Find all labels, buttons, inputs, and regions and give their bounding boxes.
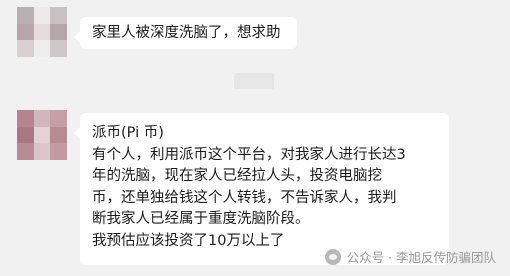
message-text: 家里人被深度洗脑了，想求助 — [92, 25, 281, 41]
avatar-pixel — [17, 23, 34, 41]
avatar-pixel — [33, 143, 51, 160]
avatar-pixel — [17, 7, 34, 24]
avatar-pixel — [17, 143, 34, 160]
watermark: 公众号 · 李旭反传防骗团队 — [324, 247, 496, 266]
avatar-pixel — [33, 7, 51, 24]
avatar-pixel — [50, 143, 67, 160]
avatar[interactable] — [17, 7, 67, 57]
avatar[interactable] — [17, 110, 67, 160]
avatar-pixel — [50, 126, 67, 144]
avatar-pixel — [33, 40, 51, 57]
message-bubble[interactable]: 派币(Pi 币) 有个人，利用派币这个平台，对我家人进行长达3 年的洗脑，现在家… — [74, 113, 449, 265]
avatar-pixel — [17, 126, 34, 144]
message-text: 断我家人已经属于重度洗脑阶段。 — [92, 211, 310, 227]
avatar-pixel — [17, 110, 34, 127]
avatar-pixel — [33, 110, 51, 127]
message-text: 派币(Pi 币) — [92, 125, 164, 141]
avatar-pixel — [50, 23, 67, 41]
wechat-icon — [324, 248, 341, 265]
avatar-pixel — [33, 23, 51, 41]
avatar-pixel — [50, 110, 67, 127]
message-text: 有个人，利用派币这个平台，对我家人进行长达3 — [92, 146, 406, 163]
timestamp-placeholder — [234, 73, 274, 89]
message-text: 年的洗脑，现在家人已经拉人头，投资电脑挖 — [92, 168, 382, 184]
avatar-pixel — [50, 40, 67, 57]
avatar-pixel — [33, 126, 51, 144]
message-text: 币，还单独给钱这个人转钱，不告诉家人，我判 — [92, 189, 397, 206]
watermark-text: 公众号 · 李旭反传防骗团队 — [346, 250, 496, 265]
message-bubble[interactable]: 家里人被深度洗脑了，想求助 — [74, 17, 297, 49]
avatar-pixel — [50, 7, 67, 24]
avatar-pixel — [17, 40, 34, 57]
